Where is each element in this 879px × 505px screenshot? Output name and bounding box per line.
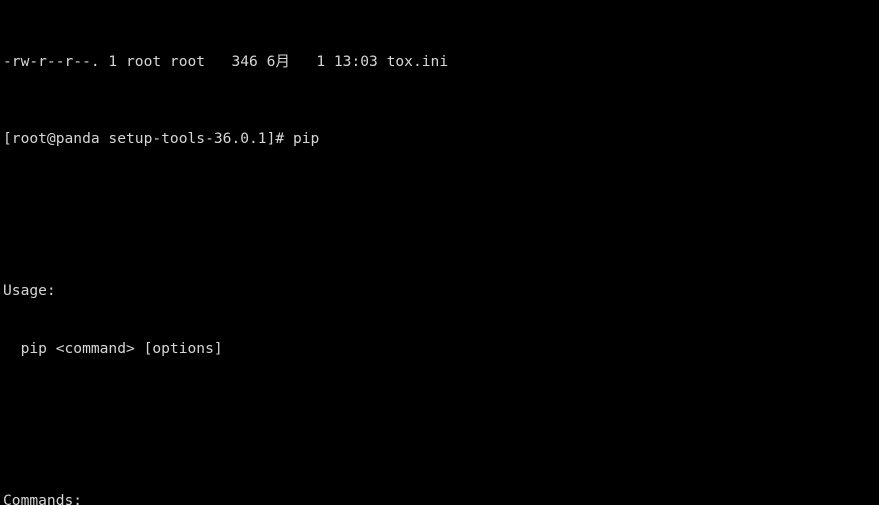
scrollback-ls-line: -rw-r--r--. 1 root root 346 6月 1 13:03 t… (3, 52, 879, 71)
shell-prompt-line[interactable]: [root@panda setup-tools-36.0.1]# pip (3, 129, 879, 148)
commands-heading: Commands: (3, 491, 879, 505)
blank-line (3, 415, 879, 434)
terminal-screen[interactable]: -rw-r--r--. 1 root root 346 6月 1 13:03 t… (3, 0, 879, 505)
usage-heading: Usage: (3, 281, 879, 300)
blank-line (3, 205, 879, 224)
terminal-window[interactable]: -rw-r--r--. 1 root root 346 6月 1 13:03 t… (0, 0, 879, 505)
usage-line: pip <command> [options] (3, 339, 879, 358)
